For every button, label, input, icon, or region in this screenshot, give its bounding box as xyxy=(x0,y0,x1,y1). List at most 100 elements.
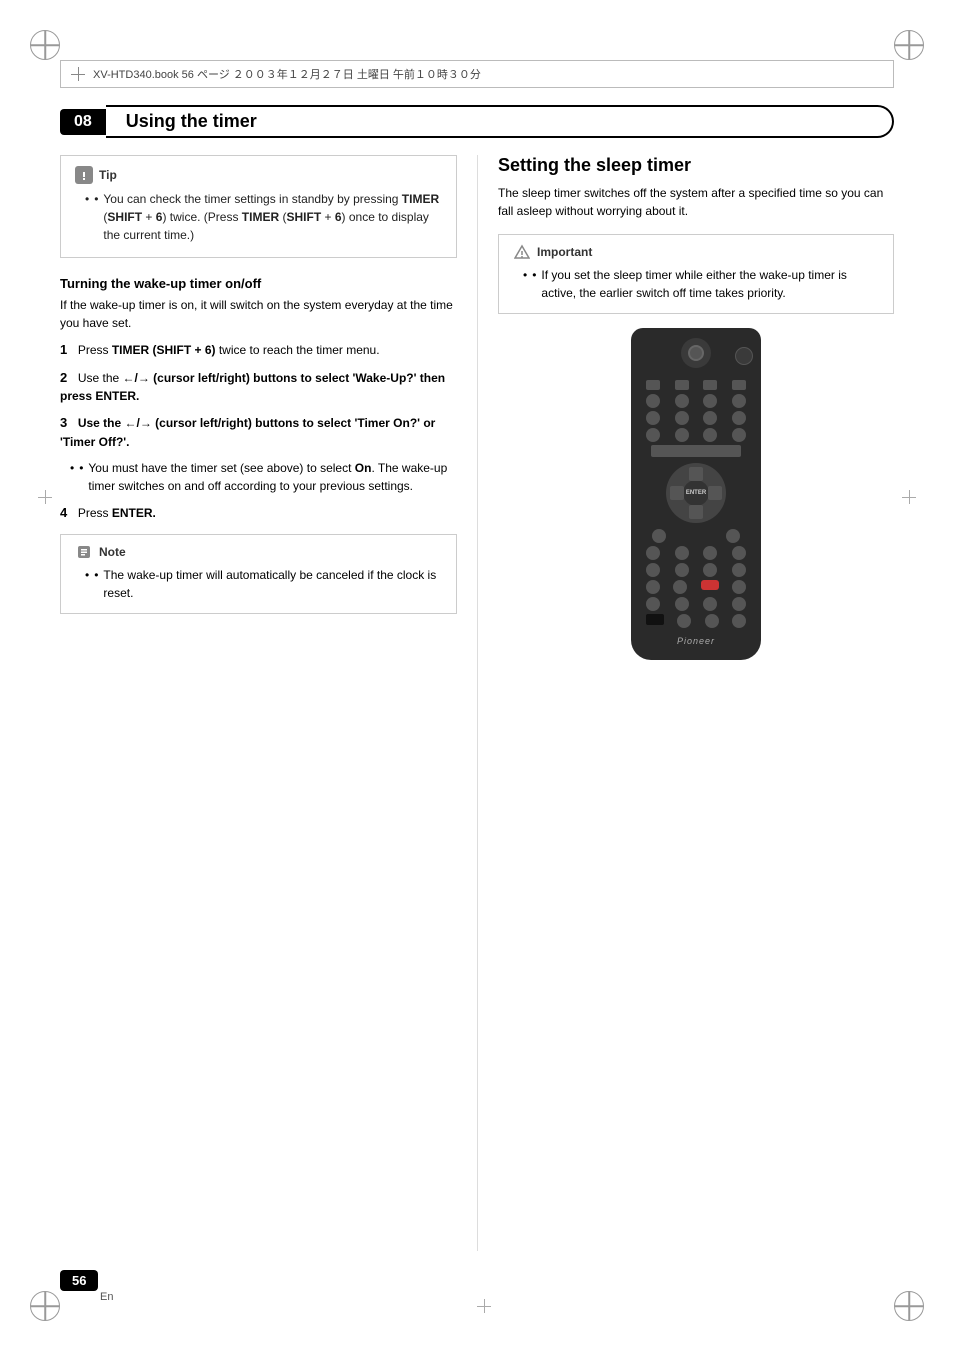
edge-mark-right-mid xyxy=(902,490,916,504)
remote-btn-row-below-nav xyxy=(639,529,753,543)
step-4: 4 Press ENTER. xyxy=(60,503,457,523)
note-icon xyxy=(75,543,93,561)
step-3-text: Use the ←/→ (cursor left/right) buttons … xyxy=(60,416,435,449)
tip-text: You can check the timer settings in stan… xyxy=(103,190,442,244)
chapter-header: 08 Using the timer xyxy=(60,105,894,138)
remote-brand-label: Pioneer xyxy=(639,636,753,646)
remote-nav-right xyxy=(708,486,722,500)
remote-container: ENTER xyxy=(498,328,894,660)
content-area: Tip • You can check the timer settings i… xyxy=(60,155,894,1251)
note-box: Note • The wake-up timer will automatica… xyxy=(60,534,457,614)
important-header: Important xyxy=(513,243,879,261)
step-2-number: 2 xyxy=(60,370,74,385)
remote-nav-up xyxy=(689,467,703,481)
remote-control: ENTER xyxy=(631,328,761,660)
wake-up-section-intro: If the wake-up timer is on, it will swit… xyxy=(60,296,457,332)
remote-btn-row-5 xyxy=(639,563,753,577)
remote-circ-1 xyxy=(646,394,660,408)
remote-circ-26 xyxy=(646,597,660,611)
remote-circ-21 xyxy=(703,563,717,577)
remote-circ-31 xyxy=(705,614,719,628)
sleep-timer-title: Setting the sleep timer xyxy=(498,155,894,176)
remote-circ-25 xyxy=(732,580,746,594)
remote-btn-timer xyxy=(675,380,689,390)
tip-icon xyxy=(75,166,93,184)
step-2: 2 Use the ←/→ (cursor left/right) button… xyxy=(60,368,457,406)
remote-wide-btn xyxy=(651,445,741,457)
remote-circ-30 xyxy=(677,614,691,628)
remote-circ-15 xyxy=(646,546,660,560)
remote-circ-6 xyxy=(675,411,689,425)
step-1-text: Press TIMER (SHIFT + 6) twice to reach t… xyxy=(78,343,380,357)
note-label: Note xyxy=(99,545,126,559)
remote-sensor xyxy=(681,338,711,368)
remote-circ-32 xyxy=(732,614,746,628)
remote-btn-line xyxy=(732,380,746,390)
step-3-sub-text: You must have the timer set (see above) … xyxy=(88,459,457,495)
remote-btn-row-8 xyxy=(639,614,753,628)
remote-circ-8 xyxy=(732,411,746,425)
edge-mark-left-mid xyxy=(38,490,52,504)
important-label: Important xyxy=(537,245,592,259)
remote-circ-2 xyxy=(675,394,689,408)
right-column: Setting the sleep timer The sleep timer … xyxy=(477,155,894,1251)
bottom-center-mark xyxy=(477,1299,491,1313)
step-3-sub: • You must have the timer set (see above… xyxy=(70,459,457,495)
step-4-number: 4 xyxy=(60,505,74,520)
step-3: 3 Use the ←/→ (cursor left/right) button… xyxy=(60,413,457,451)
remote-circ-12 xyxy=(732,428,746,442)
remote-circ-23 xyxy=(646,580,660,594)
reg-mark-bottom-left xyxy=(30,1291,60,1321)
remote-circ-27 xyxy=(675,597,689,611)
chapter-title: Using the timer xyxy=(106,105,894,138)
remote-btn-row-1 xyxy=(639,394,753,408)
reg-mark-bottom-right xyxy=(894,1291,924,1321)
remote-circ-3 xyxy=(703,394,717,408)
remote-circ-5 xyxy=(646,411,660,425)
remote-enter-btn: ENTER xyxy=(683,480,709,506)
remote-circ-19 xyxy=(646,563,660,577)
header-crosshair-icon xyxy=(71,67,85,81)
step-1-number: 1 xyxy=(60,342,74,357)
remote-nav-cluster: ENTER xyxy=(666,463,726,523)
page-lang: En xyxy=(100,1291,113,1303)
remote-circ-4 xyxy=(732,394,746,408)
tip-bullet: • You can check the timer settings in st… xyxy=(85,190,442,244)
tip-box: Tip • You can check the timer settings i… xyxy=(60,155,457,258)
remote-circ-20 xyxy=(675,563,689,577)
remote-btn-row-7 xyxy=(639,597,753,611)
remote-top-btn-row xyxy=(639,380,753,390)
remote-shift-btn xyxy=(646,614,664,625)
reg-mark-top-left xyxy=(30,30,60,60)
page-number-box: 56 xyxy=(60,1270,98,1291)
left-column: Tip • You can check the timer settings i… xyxy=(60,155,477,1251)
remote-circ-11 xyxy=(703,428,717,442)
remote-nav-left xyxy=(670,486,684,500)
remote-btn-row-3 xyxy=(639,428,753,442)
remote-circ-18 xyxy=(732,546,746,560)
remote-circ-17 xyxy=(703,546,717,560)
tip-header: Tip xyxy=(75,166,442,184)
note-content: • The wake-up timer will automatically b… xyxy=(85,566,442,602)
remote-enter-label: ENTER xyxy=(686,490,706,496)
remote-circ-7 xyxy=(703,411,717,425)
remote-circ-16 xyxy=(675,546,689,560)
remote-btn-row-2 xyxy=(639,411,753,425)
important-content: • If you set the sleep timer while eithe… xyxy=(523,266,879,302)
remote-circ-28 xyxy=(703,597,717,611)
header-bar-text: XV-HTD340.book 56 ページ ２００３年１２月２７日 土曜日 午前… xyxy=(93,66,481,82)
remote-circ-22 xyxy=(732,563,746,577)
tip-content: • You can check the timer settings in st… xyxy=(75,190,442,244)
remote-circ-9 xyxy=(646,428,660,442)
remote-nav-down xyxy=(689,505,703,519)
remote-btn-row-6 xyxy=(639,580,753,594)
remote-circ-24 xyxy=(673,580,687,594)
note-text: The wake-up timer will automatically be … xyxy=(103,566,442,602)
note-header: Note xyxy=(75,543,442,561)
chapter-number: 08 xyxy=(60,109,106,135)
remote-btn-source xyxy=(646,380,660,390)
step-1: 1 Press TIMER (SHIFT + 6) twice to reach… xyxy=(60,340,457,360)
remote-sensor-inner xyxy=(688,345,704,361)
wake-up-section-title: Turning the wake-up timer on/off xyxy=(60,276,457,291)
remote-btn-tv xyxy=(703,380,717,390)
